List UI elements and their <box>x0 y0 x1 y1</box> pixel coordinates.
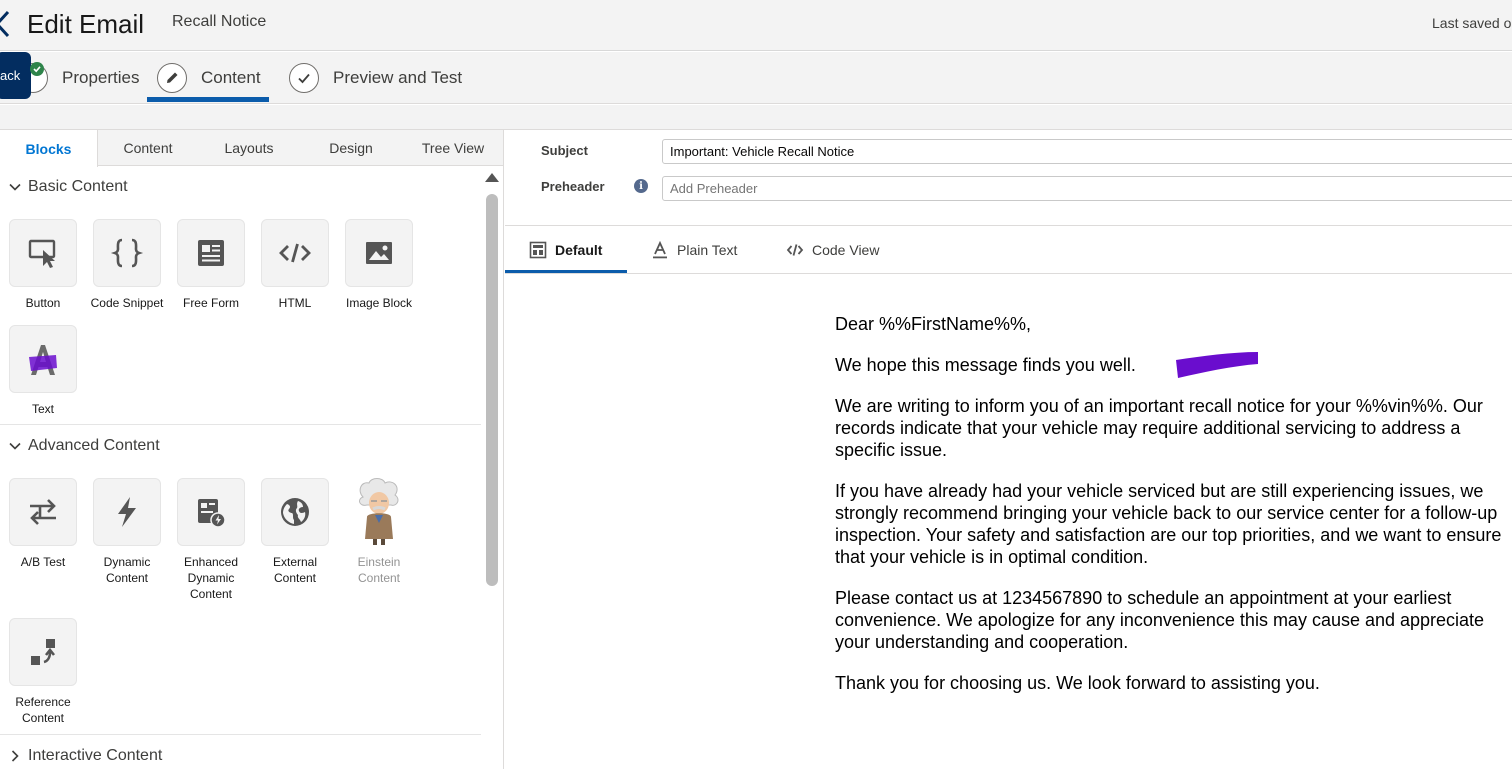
block-label: A/B Test <box>20 555 66 569</box>
block-label: Dynamic Content <box>103 555 151 585</box>
email-paragraph: If you have already had your vehicle ser… <box>835 481 1502 567</box>
editor-panel: Subject Preheader i Default Plain Text C… <box>505 130 1512 769</box>
block-enhanced-dynamic[interactable]: Enhanced Dynamic Content <box>169 478 253 602</box>
chevron-right-icon <box>11 750 19 762</box>
chevron-down-icon <box>9 183 21 191</box>
scroll-up-arrow-icon[interactable] <box>485 173 499 182</box>
step-content-label: Content <box>201 68 261 87</box>
block-external-content[interactable]: External Content <box>253 478 337 586</box>
reference-icon <box>9 618 77 686</box>
block-reference-content[interactable]: Reference Content <box>1 618 85 726</box>
step-properties-label: Properties <box>62 68 140 87</box>
section-advanced-title: Advanced Content <box>28 437 160 454</box>
email-paragraph: Thank you for choosing us. We look forwa… <box>835 673 1320 693</box>
tab-default-label: Default <box>555 241 603 258</box>
block-label: External Content <box>272 555 318 585</box>
step-preview-test[interactable]: Preview and Test <box>289 52 462 104</box>
back-tooltip: ack <box>0 52 31 99</box>
block-dynamic-content[interactable]: Dynamic Content <box>85 478 169 586</box>
chevron-down-icon <box>9 442 21 450</box>
left-tabs: Blocks Content Layouts Design Tree View <box>0 130 503 167</box>
tab-plain-text-label: Plain Text <box>677 241 738 258</box>
block-text[interactable]: Text <box>1 325 85 417</box>
block-button[interactable]: Button <box>1 219 85 311</box>
section-interactive-content[interactable]: Interactive Content <box>8 747 162 765</box>
curly-braces-icon <box>93 219 161 287</box>
image-icon <box>345 219 413 287</box>
checkmark-icon <box>289 63 319 93</box>
header-bar: Edit Email Recall Notice Last saved o <box>0 0 1512 51</box>
block-label: Button <box>25 296 61 310</box>
block-image[interactable]: Image Block <box>337 219 421 311</box>
tab-default-view[interactable]: Default <box>529 226 602 273</box>
block-einstein-content: Einstein Content <box>337 478 421 586</box>
back-chevron-icon[interactable] <box>0 10 10 38</box>
block-label: Reference Content <box>15 695 71 725</box>
section-divider <box>0 734 481 735</box>
email-paragraph: We are writing to inform you of an impor… <box>835 396 1483 460</box>
step-preview-label: Preview and Test <box>333 68 463 87</box>
enhanced-dynamic-icon <box>177 478 245 546</box>
lightning-icon <box>93 478 161 546</box>
toolbar-strip <box>0 105 1512 130</box>
tab-design[interactable]: Design <box>300 130 402 166</box>
text-a-icon <box>9 325 77 393</box>
active-view-indicator <box>505 270 627 273</box>
globe-icon <box>261 478 329 546</box>
active-step-indicator <box>147 97 269 102</box>
block-label: Code Snippet <box>90 296 164 310</box>
block-label: Free Form <box>182 296 239 310</box>
section-interactive-title: Interactive Content <box>28 747 163 764</box>
button-click-icon <box>9 219 77 287</box>
block-free-form[interactable]: Free Form <box>169 219 253 311</box>
text-a-underline-icon <box>653 240 667 258</box>
block-code-snippet[interactable]: Code Snippet <box>85 219 169 311</box>
info-icon[interactable]: i <box>634 179 648 193</box>
subject-label: Subject <box>541 143 588 158</box>
preheader-label: Preheader <box>541 179 605 194</box>
redaction-scribble <box>1176 352 1258 378</box>
email-greeting: Dear %%FirstName%%, <box>835 314 1032 334</box>
left-panel: Blocks Content Layouts Design Tree View … <box>0 130 504 769</box>
block-label: Image Block <box>345 296 413 310</box>
tab-layouts[interactable]: Layouts <box>198 130 300 166</box>
tab-blocks[interactable]: Blocks <box>0 130 98 167</box>
block-label: Text <box>31 402 54 416</box>
check-circle-icon <box>30 62 44 76</box>
tab-plain-text[interactable]: Plain Text <box>651 226 737 273</box>
tab-code-view[interactable]: Code View <box>786 226 879 273</box>
view-tabs: Default Plain Text Code View <box>505 225 1512 274</box>
einstein-icon <box>345 478 413 546</box>
tab-code-view-label: Code View <box>812 241 880 258</box>
subject-input[interactable] <box>662 139 1512 164</box>
preheader-input[interactable] <box>662 176 1512 201</box>
free-form-icon <box>177 219 245 287</box>
tab-content[interactable]: Content <box>98 130 198 166</box>
block-label: HTML <box>278 296 312 310</box>
scrollbar-thumb[interactable] <box>486 194 498 586</box>
page-title: Edit Email <box>27 9 145 39</box>
section-basic-content[interactable]: Basic Content <box>8 178 128 196</box>
email-paragraph: Please contact us at 1234567890 to sched… <box>835 588 1485 652</box>
code-icon <box>261 219 329 287</box>
section-basic-title: Basic Content <box>28 178 128 195</box>
step-properties[interactable]: Properties <box>18 52 139 104</box>
tab-tree-view[interactable]: Tree View <box>402 130 503 166</box>
block-html[interactable]: HTML <box>253 219 337 311</box>
code-icon <box>786 243 804 256</box>
pencil-icon <box>157 63 187 93</box>
ab-test-icon <box>9 478 77 546</box>
block-label: Einstein Content <box>357 555 401 585</box>
section-advanced-content[interactable]: Advanced Content <box>8 437 160 455</box>
block-ab-test[interactable]: A/B Test <box>1 478 85 570</box>
last-saved-status: Last saved o <box>1432 15 1512 31</box>
layout-icon <box>529 241 547 258</box>
section-divider <box>0 424 481 425</box>
block-label: Enhanced Dynamic Content <box>183 555 239 601</box>
email-name: Recall Notice <box>172 13 267 30</box>
